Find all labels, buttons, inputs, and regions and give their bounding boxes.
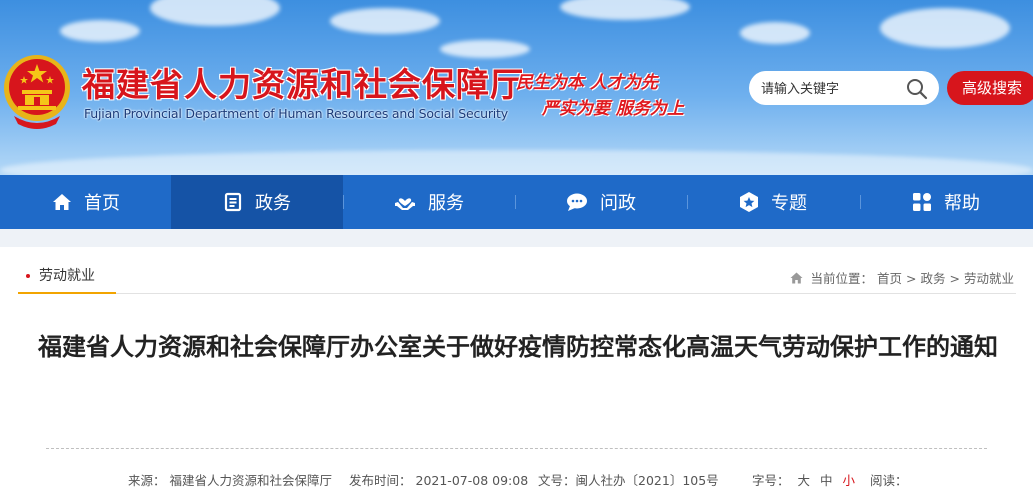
title-divider [46, 448, 987, 449]
advanced-search-button[interactable]: 高级搜索 [947, 71, 1033, 105]
nav-item-label: 帮助 [944, 193, 980, 214]
chat-bubble-icon [567, 193, 587, 211]
meta-source-label: 来源： [128, 473, 166, 488]
slogan-line-2: 严实为要 服务为上 [542, 99, 684, 119]
site-header: 福建省人力资源和社会保障厅 Fujian Provincial Departme… [0, 0, 1033, 175]
nav-item-government-affairs[interactable]: 政务 [171, 175, 343, 229]
nav-item-label: 问政 [600, 193, 636, 214]
font-size-medium-button[interactable]: 中 [820, 473, 833, 488]
meta-source-value: 福建省人力资源和社会保障厅 [169, 473, 333, 488]
cloud-decoration [880, 8, 1010, 48]
slogan-line-1: 民生为本 人才为先 [516, 73, 658, 93]
breadcrumb-item-government-affairs[interactable]: 政务 [920, 271, 945, 286]
font-size-large-button[interactable]: 大 [798, 473, 811, 488]
meta-font-size: 字号： 大 中 小 [752, 470, 855, 489]
nav-item-label: 政务 [255, 193, 291, 214]
site-title[interactable]: 福建省人力资源和社会保障厅 [82, 58, 524, 106]
nav-item-label: 服务 [428, 193, 464, 214]
star-badge-icon [740, 192, 758, 212]
nav-item-topics[interactable]: 专题 [687, 175, 859, 229]
breadcrumb-bar: 劳动就业 当前位置： 首页 > 政务 > 劳动就业 [18, 262, 1016, 294]
search-icon[interactable] [906, 78, 928, 100]
meta-views: 阅读： [870, 470, 908, 489]
meta-doc-number: 文号：闽人社办〔2021〕105号 [538, 470, 719, 489]
grid-apps-icon [913, 193, 931, 211]
meta-source: 来源： 福建省人力资源和社会保障厅 [128, 470, 332, 489]
meta-date: 发布时间： 2021-07-08 09:08 [349, 470, 528, 489]
nav-item-label: 专题 [771, 193, 807, 214]
font-size-small-button[interactable]: 小 [843, 473, 856, 488]
heart-hand-icon [395, 198, 415, 210]
breadcrumb-prefix: 当前位置： [810, 271, 873, 286]
nav-item-services[interactable]: 服务 [343, 175, 515, 229]
national-emblem-icon [4, 55, 70, 129]
nav-item-help[interactable]: 帮助 [860, 175, 1032, 229]
cloud-decoration [440, 40, 530, 58]
meta-date-value: 2021-07-08 09:08 [415, 473, 529, 488]
cloud-decoration [740, 22, 810, 44]
meta-date-label: 发布时间： [349, 473, 412, 488]
section-tab-label: 劳动就业 [39, 268, 95, 284]
cloud-decoration [560, 0, 690, 20]
section-spacer [0, 229, 1033, 247]
breadcrumb-item-labor-employment[interactable]: 劳动就业 [964, 271, 1014, 286]
site-title-english: Fujian Provincial Department of Human Re… [84, 106, 508, 121]
article-title: 福建省人力资源和社会保障厅办公室关于做好疫情防控常态化高温天气劳动保护工作的通知 [38, 333, 998, 361]
cloud-decoration [150, 0, 280, 26]
nav-item-label: 首页 [84, 193, 120, 214]
meta-doc-label: 文号： [538, 473, 576, 488]
breadcrumb-separator: > [906, 271, 917, 286]
nav-item-inquiry[interactable]: 问政 [515, 175, 687, 229]
document-list-icon [224, 192, 242, 212]
main-nav: 首页 政务 服务 问政 专题 帮助 [0, 175, 1033, 229]
home-icon [53, 194, 71, 210]
section-tab[interactable]: 劳动就业 [18, 262, 116, 294]
cloud-decoration [60, 20, 140, 42]
meta-doc-value: 闽人社办〔2021〕105号 [575, 473, 719, 488]
meta-views-label: 阅读： [870, 473, 908, 488]
nav-item-home[interactable]: 首页 [0, 175, 172, 229]
home-icon [790, 272, 803, 284]
cloud-decoration [330, 8, 440, 34]
font-size-label: 字号： [752, 473, 790, 488]
breadcrumb-item-home[interactable]: 首页 [877, 271, 902, 286]
breadcrumb-separator: > [949, 271, 960, 286]
breadcrumb: 当前位置： 首页 > 政务 > 劳动就业 [790, 268, 1016, 287]
bullet-dot-icon [26, 274, 30, 278]
cloud-decoration [0, 150, 1033, 175]
